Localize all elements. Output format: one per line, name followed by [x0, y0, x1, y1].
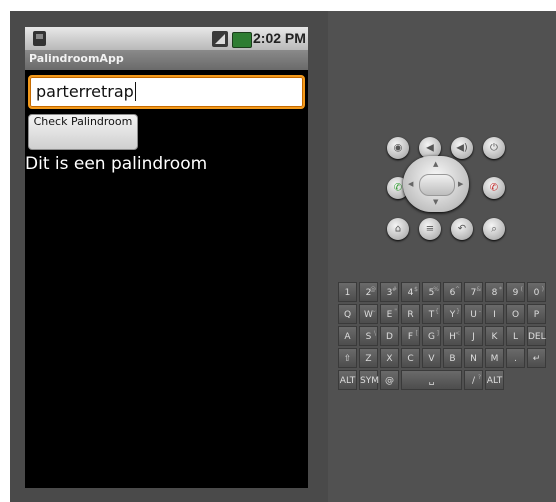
app-title: PalindroomApp — [29, 52, 124, 65]
key-f[interactable]: F[ — [401, 326, 420, 346]
key-a[interactable]: A — [338, 326, 357, 346]
key-q[interactable]: Q — [338, 304, 357, 324]
key-u[interactable]: U- — [464, 304, 483, 324]
check-palindrome-button[interactable]: Check Palindroom — [28, 114, 138, 150]
palindrome-input[interactable]: parterretrap — [28, 75, 305, 109]
key-o[interactable]: O — [506, 304, 525, 324]
signal-icon — [212, 31, 228, 47]
key-s[interactable]: S \ — [359, 326, 378, 346]
home-icon[interactable]: ⌂ — [387, 218, 409, 240]
key-n[interactable]: N — [464, 348, 483, 368]
key-[interactable]: ␣ — [401, 370, 462, 390]
device-screen: 2:02 PM PalindroomApp parterretrap Check… — [25, 27, 308, 488]
back-icon[interactable]: ↶ — [451, 218, 473, 240]
key-g[interactable]: G] — [422, 326, 441, 346]
key-alt[interactable]: ALT — [485, 370, 504, 390]
text-cursor — [135, 82, 136, 101]
key-h[interactable]: H < — [443, 326, 462, 346]
search-icon[interactable]: ⌕ — [483, 218, 505, 240]
dpad-up-icon[interactable]: ▲ — [433, 160, 438, 168]
key-3[interactable]: 3 # — [380, 282, 399, 302]
dpad-down-icon[interactable]: ▼ — [433, 198, 438, 206]
camera-icon[interactable]: ◉ — [387, 137, 409, 159]
key-6[interactable]: 6 ^ — [443, 282, 462, 302]
result-text: Dit is een palindroom — [25, 154, 208, 174]
key-t[interactable]: T{ — [422, 304, 441, 324]
key-4[interactable]: 4 $ — [401, 282, 420, 302]
volume-up-icon[interactable]: ◀) — [451, 137, 473, 159]
key-p[interactable]: P — [527, 304, 546, 324]
key-b[interactable]: B — [443, 348, 462, 368]
key-[interactable]: @ — [380, 370, 399, 390]
key-8[interactable]: 8 * — [485, 282, 504, 302]
sim-card-icon — [33, 31, 46, 46]
dpad-right-icon[interactable]: ▶ — [458, 180, 463, 188]
key-[interactable]: ↵ — [527, 348, 546, 368]
end-call-icon[interactable]: ✆ — [483, 177, 505, 199]
key-v[interactable]: V — [422, 348, 441, 368]
status-time: 2:02 PM — [253, 30, 306, 46]
key-c[interactable]: C — [401, 348, 420, 368]
key-[interactable]: . — [506, 348, 525, 368]
key-0[interactable]: 0) — [527, 282, 546, 302]
key-w[interactable]: W ~ — [359, 304, 378, 324]
key-j[interactable]: J — [464, 326, 483, 346]
status-bar: 2:02 PM — [25, 27, 308, 50]
key-sym[interactable]: SYM — [359, 370, 379, 390]
key-k[interactable]: K — [485, 326, 504, 346]
dpad-left-icon[interactable]: ◀ — [408, 180, 413, 188]
key-m[interactable]: M — [485, 348, 504, 368]
key-i[interactable]: I — [485, 304, 504, 324]
battery-icon — [232, 32, 252, 48]
key-5[interactable]: 5% — [422, 282, 441, 302]
dpad-center-button[interactable] — [419, 174, 455, 196]
check-palindrome-label: Check Palindroom — [33, 115, 133, 128]
key-[interactable]: /? — [464, 370, 483, 390]
key-del[interactable]: DEL — [527, 326, 546, 346]
input-value: parterretrap — [36, 82, 134, 101]
key-[interactable]: ⇧ — [338, 348, 357, 368]
key-d[interactable]: D — [380, 326, 399, 346]
key-x[interactable]: X — [380, 348, 399, 368]
key-7[interactable]: 7 & — [464, 282, 483, 302]
key-l[interactable]: L — [506, 326, 525, 346]
key-9[interactable]: 9( — [506, 282, 525, 302]
key-y[interactable]: Y} — [443, 304, 462, 324]
key-1[interactable]: 1 — [338, 282, 357, 302]
menu-icon[interactable]: ≡ — [419, 218, 441, 240]
key-2[interactable]: 2 @ — [359, 282, 378, 302]
key-z[interactable]: Z — [359, 348, 378, 368]
key-r[interactable]: R — [401, 304, 420, 324]
key-e[interactable]: E " — [380, 304, 399, 324]
dpad[interactable]: ▲ ▼ ◀ ▶ — [403, 156, 469, 212]
app-title-bar: PalindroomApp — [25, 50, 308, 70]
hardware-keyboard: 1 2 @3 #4 $5% 6 ^ 7 & 8 * 9(0) Q W ~ E " R T{Y} U - I O P A S \ D F[… — [338, 282, 552, 394]
key-alt[interactable]: ALT — [338, 370, 357, 390]
power-icon[interactable]: ⏻ — [483, 137, 505, 159]
